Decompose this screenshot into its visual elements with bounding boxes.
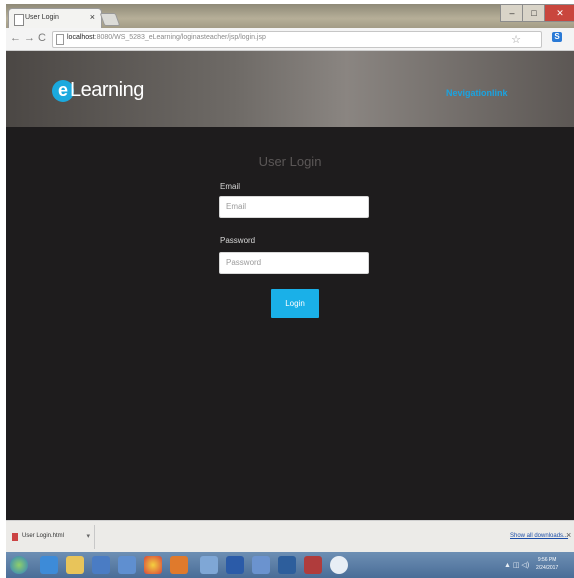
email-field[interactable]: Email (219, 196, 369, 218)
start-button-icon[interactable] (10, 556, 28, 574)
browser-tab-strip: User Login × – □ ✕ (6, 4, 574, 29)
internet-explorer-icon[interactable] (40, 556, 58, 574)
url-host: localhost (67, 34, 95, 41)
taskbar: ▲ ◫ ◁) 9:56 PM 2/24/2017 (6, 552, 574, 578)
word-icon[interactable] (226, 556, 244, 574)
tray-icons[interactable]: ▲ ◫ ◁) (504, 561, 529, 569)
close-downloads-icon[interactable]: × (566, 530, 571, 540)
firefox-icon[interactable] (170, 556, 188, 574)
password-field[interactable]: Password (219, 252, 369, 274)
minimize-button[interactable]: – (500, 4, 524, 22)
clock-date: 2/24/2017 (536, 565, 559, 571)
screen: User Login × – □ ✕ ← → C localhost:8080/… (6, 4, 574, 578)
app-icon[interactable] (304, 556, 322, 574)
system-tray: ▲ ◫ ◁) 9:56 PM 2/24/2017 (500, 554, 574, 576)
url-path: :8080/WS_5283_eLearning/loginasteacher/j… (94, 34, 266, 41)
login-button[interactable]: Login (271, 289, 319, 318)
page-icon (56, 34, 64, 45)
download-file-name: User Login.html (22, 533, 65, 539)
form-title: User Login (258, 154, 322, 169)
new-tab-button[interactable] (99, 13, 121, 26)
browser-toolbar: ← → C localhost:8080/WS_5283_eLearning/l… (6, 28, 574, 51)
bookmark-star-icon[interactable]: ☆ (511, 33, 521, 46)
page-icon (14, 14, 24, 26)
address-bar[interactable]: localhost:8080/WS_5283_eLearning/loginas… (52, 31, 542, 48)
elearning-logo[interactable]: e Learning (52, 79, 144, 102)
site-header: e Learning Nevigationlink (6, 51, 574, 127)
maximize-button[interactable]: □ (522, 4, 546, 22)
chrome-icon[interactable] (144, 556, 162, 574)
opera-icon[interactable] (330, 556, 348, 574)
url-text: localhost:8080/WS_5283_eLearning/loginas… (67, 34, 266, 41)
app-icon[interactable] (118, 556, 136, 574)
close-window-button[interactable]: ✕ (544, 4, 574, 22)
app-icon[interactable] (278, 556, 296, 574)
app-icon[interactable] (92, 556, 110, 574)
file-icon (12, 533, 18, 541)
email-label: Email (220, 182, 241, 191)
app-icon[interactable] (252, 556, 270, 574)
logo-text: Learning (70, 79, 144, 101)
file-explorer-icon[interactable] (66, 556, 84, 574)
reload-icon[interactable]: C (38, 32, 46, 44)
downloads-bar: User Login.html ▾ Show all downloads... … (6, 520, 574, 553)
navigation-link[interactable]: Nevigationlink (446, 88, 508, 98)
download-item[interactable]: User Login.html ▾ (8, 525, 95, 549)
tab-title: User Login (25, 14, 59, 21)
show-all-downloads-link[interactable]: Show all downloads... (510, 533, 568, 539)
browser-tab[interactable]: User Login × (8, 8, 102, 29)
app-icon[interactable] (200, 556, 218, 574)
forward-icon[interactable]: → (24, 32, 35, 44)
extension-icon[interactable]: S (552, 32, 562, 42)
clock-time: 9:56 PM (537, 557, 557, 563)
tab-close-icon[interactable]: × (90, 12, 95, 22)
chevron-down-icon[interactable]: ▾ (86, 532, 90, 540)
clock[interactable]: 9:56 PM 2/24/2017 (536, 556, 558, 572)
password-label: Password (220, 236, 256, 245)
back-icon[interactable]: ← (10, 32, 21, 44)
